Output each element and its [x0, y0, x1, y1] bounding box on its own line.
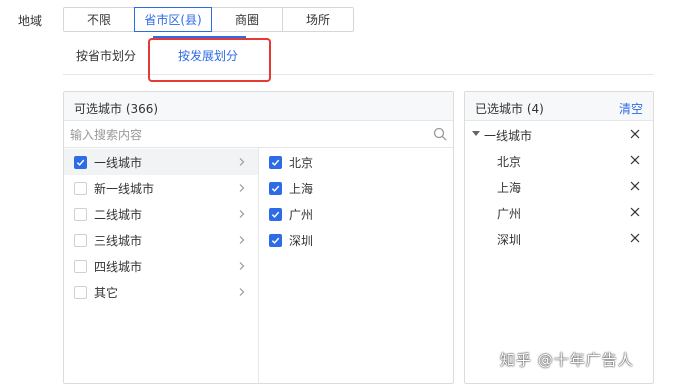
category-label: 一线城市: [94, 155, 143, 170]
segment-unlimited[interactable]: 不限: [63, 7, 135, 32]
selected-city-label: 深圳: [497, 233, 522, 247]
caret-down-icon[interactable]: [472, 131, 480, 136]
selected-city-item: 广州: [465, 199, 653, 225]
city-item[interactable]: 深圳: [259, 227, 453, 253]
annotation-highlight-box: [148, 38, 271, 82]
check-icon: [271, 211, 280, 218]
selected-city-item: 北京: [465, 147, 653, 173]
close-icon[interactable]: [630, 233, 640, 243]
chevron-right-icon: [239, 262, 245, 270]
chevron-right-icon: [239, 210, 245, 218]
category-label: 新一线城市: [94, 181, 155, 196]
category-item-tier1[interactable]: 一线城市: [64, 149, 258, 175]
selected-city-label: 广州: [497, 207, 522, 221]
category-item-tier4[interactable]: 四线城市: [64, 253, 258, 279]
selected-city-label: 北京: [497, 155, 522, 169]
checkbox-checked[interactable]: [74, 155, 87, 169]
selected-cities-title: 已选城市 (4): [475, 102, 544, 116]
available-cities-header: 可选城市 (366): [64, 92, 453, 121]
category-label: 二线城市: [94, 207, 143, 222]
clear-all-button[interactable]: 清空: [619, 100, 643, 117]
close-icon[interactable]: [630, 155, 640, 165]
available-cities-title: 可选城市 (366): [74, 102, 159, 116]
category-label: 其它: [94, 285, 119, 300]
checkbox-unchecked[interactable]: [74, 285, 87, 299]
checkbox-checked[interactable]: [269, 155, 282, 169]
tab-by-province-city[interactable]: 按省市划分: [76, 35, 136, 75]
region-type-segmented-control: 不限 省市区(县) 商圈 场所: [63, 7, 354, 32]
close-icon[interactable]: [630, 207, 640, 217]
checkbox-unchecked[interactable]: [74, 181, 87, 195]
search-input[interactable]: [70, 125, 420, 144]
category-item-tier3[interactable]: 三线城市: [64, 227, 258, 253]
checkbox-unchecked[interactable]: [74, 259, 87, 273]
city-item[interactable]: 上海: [259, 175, 453, 201]
segment-province-city-district[interactable]: 省市区(县): [134, 7, 212, 32]
checkbox-checked[interactable]: [269, 233, 282, 247]
selected-city-item: 深圳: [465, 225, 653, 251]
check-icon: [271, 159, 280, 166]
checkbox-unchecked[interactable]: [74, 207, 87, 221]
selected-group-label: 一线城市: [484, 129, 533, 143]
city-item[interactable]: 北京: [259, 149, 453, 175]
chevron-right-icon: [239, 184, 245, 192]
selected-cities-panel: 已选城市 (4) 清空 一线城市 北京 上海 广州 深圳: [464, 91, 654, 384]
chevron-right-icon: [239, 288, 245, 296]
city-item[interactable]: 广州: [259, 201, 453, 227]
search-bar: [64, 121, 453, 148]
selected-cities-header: 已选城市 (4) 清空: [465, 92, 653, 121]
watermark-text: 知乎 @十年广告人: [500, 351, 634, 369]
checkbox-checked[interactable]: [269, 207, 282, 221]
selected-city-item: 上海: [465, 173, 653, 199]
city-label: 上海: [289, 181, 314, 196]
category-item-tier2[interactable]: 二线城市: [64, 201, 258, 227]
category-label: 三线城市: [94, 233, 143, 248]
close-icon[interactable]: [630, 181, 640, 191]
search-icon[interactable]: [433, 127, 447, 141]
selected-group-tier1: 一线城市: [465, 121, 653, 147]
close-icon[interactable]: [630, 129, 640, 139]
selected-city-label: 上海: [497, 181, 522, 195]
check-icon: [271, 237, 280, 244]
city-label: 广州: [289, 207, 314, 222]
region-label: 地域: [18, 14, 43, 28]
category-item-other[interactable]: 其它: [64, 279, 258, 305]
category-label: 四线城市: [94, 259, 143, 274]
chevron-right-icon: [239, 236, 245, 244]
check-icon: [271, 185, 280, 192]
checkbox-unchecked[interactable]: [74, 233, 87, 247]
available-cities-panel: 可选城市 (366) 一线城市 新一线城市 二线城市 三线城市 四线城市: [63, 91, 454, 384]
city-label: 北京: [289, 155, 314, 170]
category-item-new-tier1[interactable]: 新一线城市: [64, 175, 258, 201]
checkbox-checked[interactable]: [269, 181, 282, 195]
segment-venue[interactable]: 场所: [282, 7, 354, 32]
city-label: 深圳: [289, 233, 314, 248]
segment-business-district[interactable]: 商圈: [211, 7, 283, 32]
chevron-right-icon: [239, 158, 245, 166]
check-icon: [76, 159, 85, 166]
